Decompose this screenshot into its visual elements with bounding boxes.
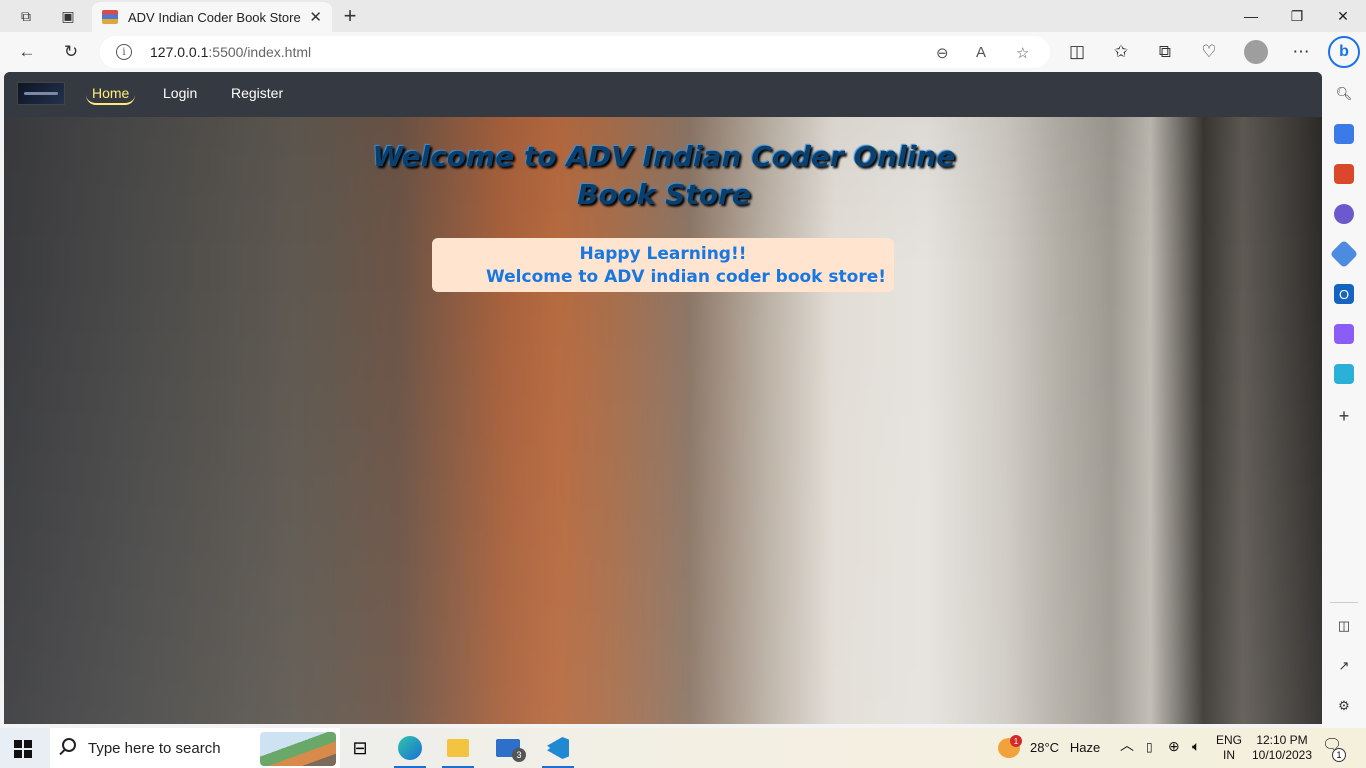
file-explorer-icon[interactable] [438, 728, 478, 768]
favorites-icon[interactable]: ✩ [1108, 40, 1134, 64]
back-arrow-icon[interactable]: ← [14, 40, 40, 64]
browser-sidebar: 🔍︎ O + ◫ ↗ ⚙ [1322, 72, 1366, 728]
site-info-icon[interactable]: i [116, 44, 132, 60]
hide-sidebar-icon[interactable]: ◫ [1334, 616, 1354, 636]
browser-toolbar: ← ↻ i 127.0.0.1:5500/index.html ⊖ A ☆ ◫ … [0, 32, 1366, 72]
vscode-icon[interactable] [538, 728, 578, 768]
mail-badge: 3 [512, 748, 526, 762]
nav-home-link[interactable]: Home [86, 85, 136, 105]
mail-icon[interactable]: 3 [488, 728, 528, 768]
weather-temp: 28°C [1030, 740, 1060, 755]
collections-icon[interactable]: ⧉ [1152, 40, 1178, 64]
tab-favicon-icon [102, 10, 118, 24]
add-sidebar-app-icon[interactable]: + [1334, 406, 1354, 426]
address-bar[interactable]: i 127.0.0.1:5500/index.html ⊖ A ☆ [100, 36, 1050, 68]
new-tab-button[interactable]: + [338, 3, 362, 28]
taskbar-search-box[interactable]: Type here to search [50, 728, 340, 768]
bing-copilot-icon[interactable]: b [1328, 36, 1360, 68]
sidebar-divider [1330, 602, 1358, 603]
refresh-icon[interactable]: ↻ [58, 40, 84, 64]
url-host: 127.0.0.1 [150, 44, 209, 60]
search-icon [62, 738, 76, 752]
browser-tab[interactable]: ADV Indian Coder Book Store ✕ [92, 2, 332, 32]
restore-button[interactable]: ❐ [1274, 0, 1320, 32]
search-icon[interactable]: 🔍︎ [1334, 84, 1354, 104]
tools-briefcase-icon[interactable] [1334, 164, 1354, 184]
windows-taskbar: Type here to search ⊟ 3 1 28°C Haze ︿ ▯ … [0, 728, 1366, 768]
page-viewport: Home Login Register Welcome to ADV India… [4, 72, 1322, 724]
weather-widget[interactable]: 28°C Haze [1030, 740, 1100, 755]
region-code: IN [1223, 748, 1235, 762]
browser-tab-strip: ⧉ ▣ ADV Indian Coder Book Store ✕ + — ❐ … [0, 0, 1366, 32]
welcome-line-2: Welcome to ADV indian coder book store! [485, 267, 886, 287]
profile-avatar[interactable] [1244, 40, 1268, 64]
welcome-line-1: Happy Learning!! [579, 244, 747, 264]
minimize-button[interactable]: — [1228, 0, 1274, 32]
volume-icon[interactable]: 🔈︎ [1192, 739, 1200, 754]
settings-gear-icon[interactable]: ⚙ [1334, 696, 1354, 716]
more-menu-icon[interactable]: ⋯ [1288, 40, 1314, 64]
nav-register-link[interactable]: Register [231, 85, 283, 101]
favorite-star-icon[interactable]: ☆ [1016, 44, 1029, 62]
copilot-hex-icon[interactable] [1329, 239, 1359, 269]
clock[interactable]: 12:10 PM 10/10/2023 [1250, 733, 1314, 763]
vertical-tabs-icon[interactable]: ▣ [54, 4, 82, 28]
close-window-button[interactable]: ✕ [1320, 0, 1366, 32]
url-path: :5500/index.html [208, 44, 312, 60]
language-code: ENG [1216, 733, 1243, 747]
workspaces-icon[interactable]: ⧉ [12, 4, 40, 28]
weather-alert-badge: 1 [1010, 735, 1022, 747]
search-highlight-image [260, 732, 336, 766]
language-indicator[interactable]: ENG IN [1216, 733, 1242, 763]
show-hidden-icons-chevron-icon[interactable]: ︿ [1120, 738, 1134, 753]
site-logo[interactable] [17, 82, 65, 105]
close-tab-icon[interactable]: ✕ [309, 8, 322, 26]
designer-icon[interactable] [1334, 324, 1354, 344]
tab-title: ADV Indian Coder Book Store [128, 9, 301, 25]
drop-send-icon[interactable] [1334, 364, 1354, 384]
device-icon[interactable]: ▯ [1146, 740, 1153, 755]
page-title: Welcome to ADV Indian Coder Online Book … [372, 140, 956, 211]
site-navbar: Home Login Register [4, 72, 1322, 117]
open-external-icon[interactable]: ↗ [1334, 656, 1354, 676]
split-screen-icon[interactable]: ◫ [1064, 40, 1090, 64]
windows-start-icon[interactable] [14, 740, 32, 758]
outlook-icon[interactable]: O [1334, 284, 1354, 304]
nav-login-link[interactable]: Login [163, 85, 197, 101]
network-globe-icon[interactable]: ⊕ [1168, 739, 1180, 754]
read-aloud-icon[interactable]: A [976, 44, 986, 61]
clock-date: 10/10/2023 [1251, 748, 1313, 762]
task-view-icon[interactable]: ⊟ [340, 728, 380, 768]
browser-essentials-icon[interactable]: ♡ [1196, 40, 1222, 64]
clock-time: 12:10 PM [1256, 733, 1308, 747]
edge-browser-icon[interactable] [390, 728, 430, 768]
zoom-out-icon[interactable]: ⊖ [936, 44, 949, 62]
welcome-message-box: Happy Learning!! Welcome to ADV indian c… [432, 238, 894, 292]
taskbar-search-placeholder: Type here to search [88, 739, 221, 757]
notification-count-badge: 1 [1332, 748, 1346, 762]
shopping-tag-icon[interactable] [1334, 124, 1354, 144]
games-icon[interactable] [1334, 204, 1354, 224]
weather-desc: Haze [1069, 740, 1101, 755]
